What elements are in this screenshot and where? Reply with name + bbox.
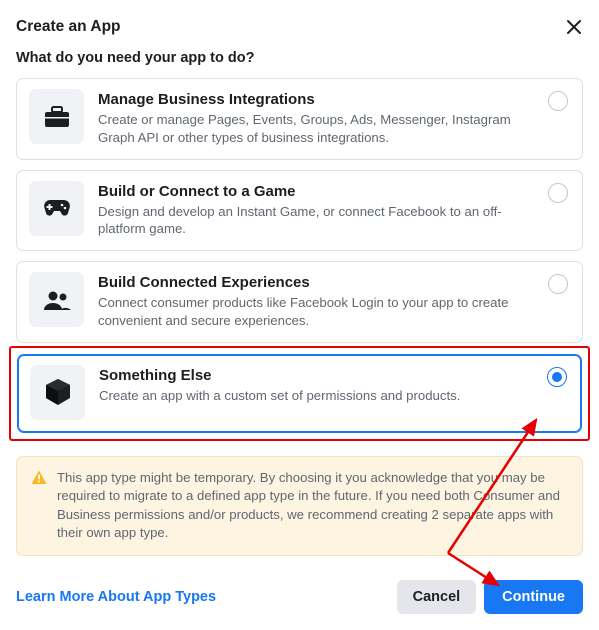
radio-icon (548, 91, 568, 111)
option-desc: Create or manage Pages, Events, Groups, … (98, 111, 534, 147)
create-app-dialog: Create an App What do you need your app … (0, 0, 599, 630)
option-desc: Create an app with a custom set of permi… (99, 387, 533, 405)
option-manage-business[interactable]: Manage Business Integrations Create or m… (16, 78, 583, 160)
option-something-else[interactable]: Something Else Create an app with a cust… (17, 354, 582, 433)
cancel-button[interactable]: Cancel (397, 580, 477, 614)
continue-button[interactable]: Continue (484, 580, 583, 614)
notice-text: This app type might be temporary. By cho… (57, 469, 568, 543)
close-button[interactable] (565, 18, 583, 36)
option-connected-experiences[interactable]: Build Connected Experiences Connect cons… (16, 261, 583, 343)
people-icon (29, 272, 84, 327)
radio-icon (548, 274, 568, 294)
cube-icon (30, 365, 85, 420)
option-desc: Design and develop an Instant Game, or c… (98, 203, 534, 239)
option-title: Build or Connect to a Game (98, 183, 534, 200)
gamepad-icon (29, 181, 84, 236)
radio-icon (548, 183, 568, 203)
option-list: Manage Business Integrations Create or m… (16, 78, 583, 434)
question-text: What do you need your app to do? (16, 50, 583, 66)
option-desc: Connect consumer products like Facebook … (98, 294, 534, 330)
briefcase-icon (29, 89, 84, 144)
option-title: Something Else (99, 367, 533, 384)
radio-icon (547, 367, 567, 387)
option-title: Manage Business Integrations (98, 91, 534, 108)
learn-more-link[interactable]: Learn More About App Types (16, 589, 216, 605)
warning-icon (31, 470, 47, 543)
annotation-highlight: Something Else Create an app with a cust… (9, 346, 590, 441)
option-title: Build Connected Experiences (98, 274, 534, 291)
dialog-title: Create an App (16, 18, 121, 36)
option-game[interactable]: Build or Connect to a Game Design and de… (16, 170, 583, 252)
warning-notice: This app type might be temporary. By cho… (16, 456, 583, 556)
close-icon (566, 19, 582, 35)
